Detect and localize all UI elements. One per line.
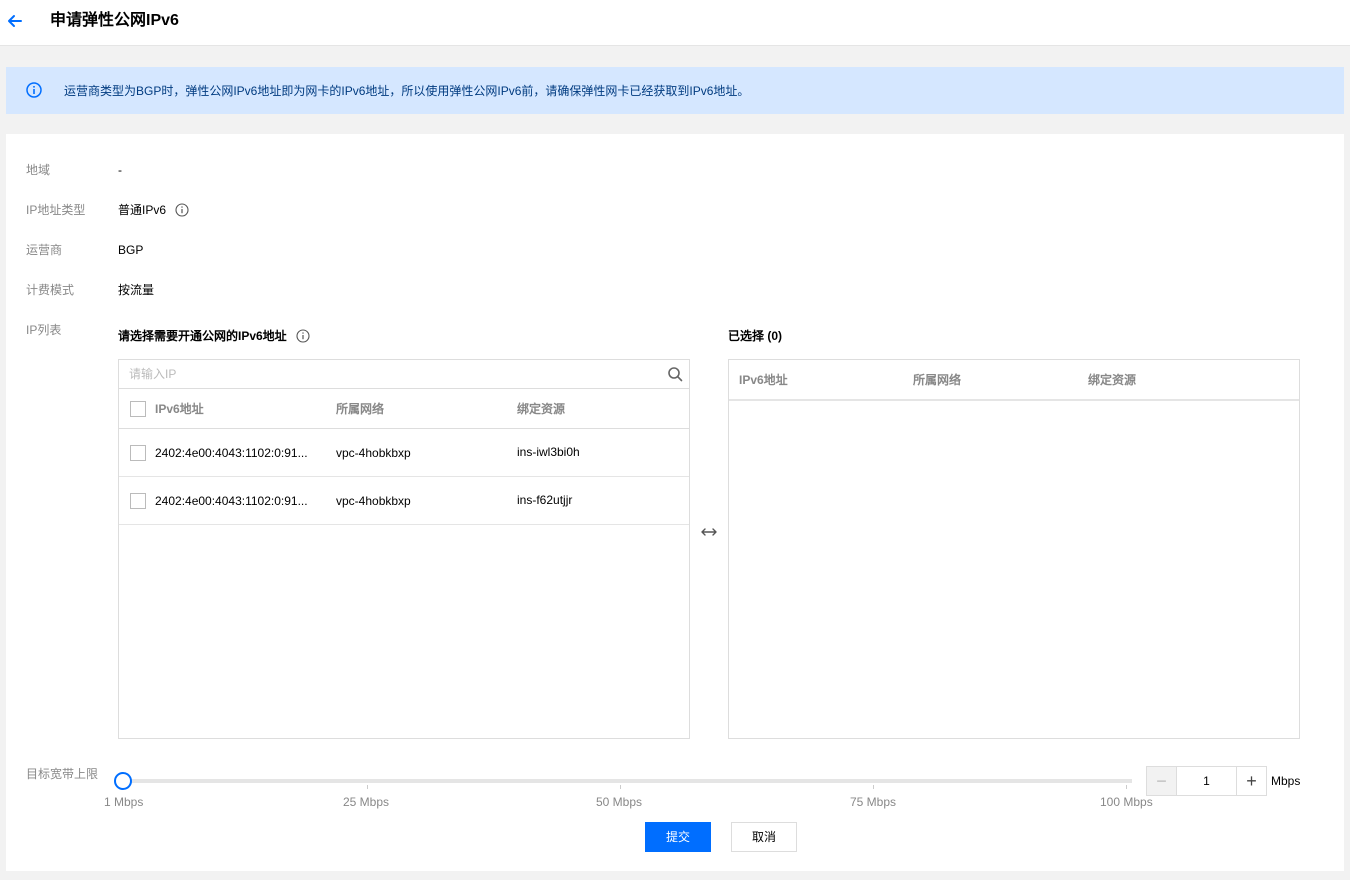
billing-label: 计费模式: [26, 283, 75, 297]
table-row[interactable]: 2402:4e00:4043:1102:0:91... vpc-4hobkbxp…: [119, 477, 689, 525]
bandwidth-unit: Mbps: [1271, 774, 1301, 788]
row-checkbox[interactable]: [130, 493, 146, 509]
source-ip-table: IPv6地址 所属网络 绑定资源 2402:4e00:4043:1102:0:9…: [118, 359, 690, 739]
slider-tick: [1126, 785, 1127, 789]
select-all-checkbox[interactable]: [130, 401, 146, 417]
bandwidth-label: 目标宽带上限: [26, 767, 99, 781]
selected-ip-table: IPv6地址 所属网络 绑定资源: [728, 359, 1300, 739]
table-header: IPv6地址 所属网络 绑定资源: [119, 389, 689, 429]
billing-value: 按流量: [118, 283, 155, 297]
slider-tick-label: 50 Mbps: [596, 795, 643, 809]
cancel-button[interactable]: 取消: [731, 822, 797, 852]
column-header-network: 所属网络: [336, 402, 385, 416]
page-title: 申请弹性公网IPv6: [50, 12, 179, 29]
notice-text: 运营商类型为BGP时，弹性公网IPv6地址即为网卡的IPv6地址，所以使用弹性公…: [64, 84, 750, 98]
selected-panel-title: 已选择 (0): [728, 329, 783, 343]
resource-cell: ins-iwl3bi0h: [517, 445, 580, 459]
submit-button[interactable]: 提交: [645, 822, 711, 852]
ip-type-label: IP地址类型: [26, 203, 86, 217]
slider-tick: [367, 785, 368, 789]
search-bar: [119, 360, 689, 389]
table-header: IPv6地址 所属网络 绑定资源: [729, 360, 1299, 401]
ipv6-address-cell: 2402:4e00:4043:1102:0:91...: [155, 446, 308, 460]
slider-tick-label: 100 Mbps: [1100, 795, 1153, 809]
bandwidth-slider-track[interactable]: [123, 779, 1132, 783]
ip-type-value-wrap: 普通IPv6: [118, 202, 189, 218]
row-checkbox[interactable]: [130, 445, 146, 461]
bandwidth-slider-handle[interactable]: [114, 772, 132, 790]
arrow-left-icon[interactable]: [5, 11, 25, 31]
info-icon[interactable]: [296, 329, 310, 343]
bandwidth-stepper: − +: [1146, 766, 1267, 796]
region-value: -: [118, 163, 122, 177]
column-header-ipv6: IPv6地址: [155, 402, 204, 416]
form-card: 地域 - IP地址类型 普通IPv6 运营商 BGP 计费模式 按流量 IP列表…: [6, 134, 1344, 871]
search-input[interactable]: [119, 360, 659, 388]
column-header-resource: 绑定资源: [517, 402, 566, 416]
info-icon: [26, 82, 42, 98]
page-header: 申请弹性公网IPv6: [0, 0, 1350, 46]
transfer-arrows-icon: [701, 528, 717, 536]
column-header-ipv6: IPv6地址: [739, 373, 788, 387]
region-label: 地域: [26, 163, 51, 177]
slider-tick-label: 1 Mbps: [104, 795, 144, 809]
bandwidth-input[interactable]: [1178, 767, 1235, 795]
info-icon[interactable]: [175, 203, 189, 217]
isp-label: 运营商: [26, 243, 63, 257]
slider-tick-label: 25 Mbps: [343, 795, 390, 809]
decrement-button[interactable]: −: [1147, 767, 1177, 795]
source-panel-title: 请选择需要开通公网的IPv6地址: [118, 329, 287, 343]
info-notice: 运营商类型为BGP时，弹性公网IPv6地址即为网卡的IPv6地址，所以使用弹性公…: [6, 67, 1344, 114]
slider-tick: [620, 785, 621, 789]
increment-button[interactable]: +: [1236, 767, 1266, 795]
search-icon[interactable]: [667, 366, 683, 382]
network-cell: vpc-4hobkbxp: [336, 494, 411, 508]
slider-tick-label: 75 Mbps: [850, 795, 897, 809]
isp-value: BGP: [118, 243, 144, 257]
column-header-resource: 绑定资源: [1088, 373, 1137, 387]
ipv6-address-cell: 2402:4e00:4043:1102:0:91...: [155, 494, 308, 508]
source-panel-title-wrap: 请选择需要开通公网的IPv6地址: [118, 328, 310, 344]
network-cell: vpc-4hobkbxp: [336, 446, 411, 460]
ip-type-value: 普通IPv6: [118, 203, 167, 217]
table-row[interactable]: 2402:4e00:4043:1102:0:91... vpc-4hobkbxp…: [119, 429, 689, 477]
resource-cell: ins-f62utjjr: [517, 493, 573, 507]
column-header-network: 所属网络: [913, 373, 962, 387]
ip-list-label: IP列表: [26, 323, 62, 337]
slider-tick: [873, 785, 874, 789]
